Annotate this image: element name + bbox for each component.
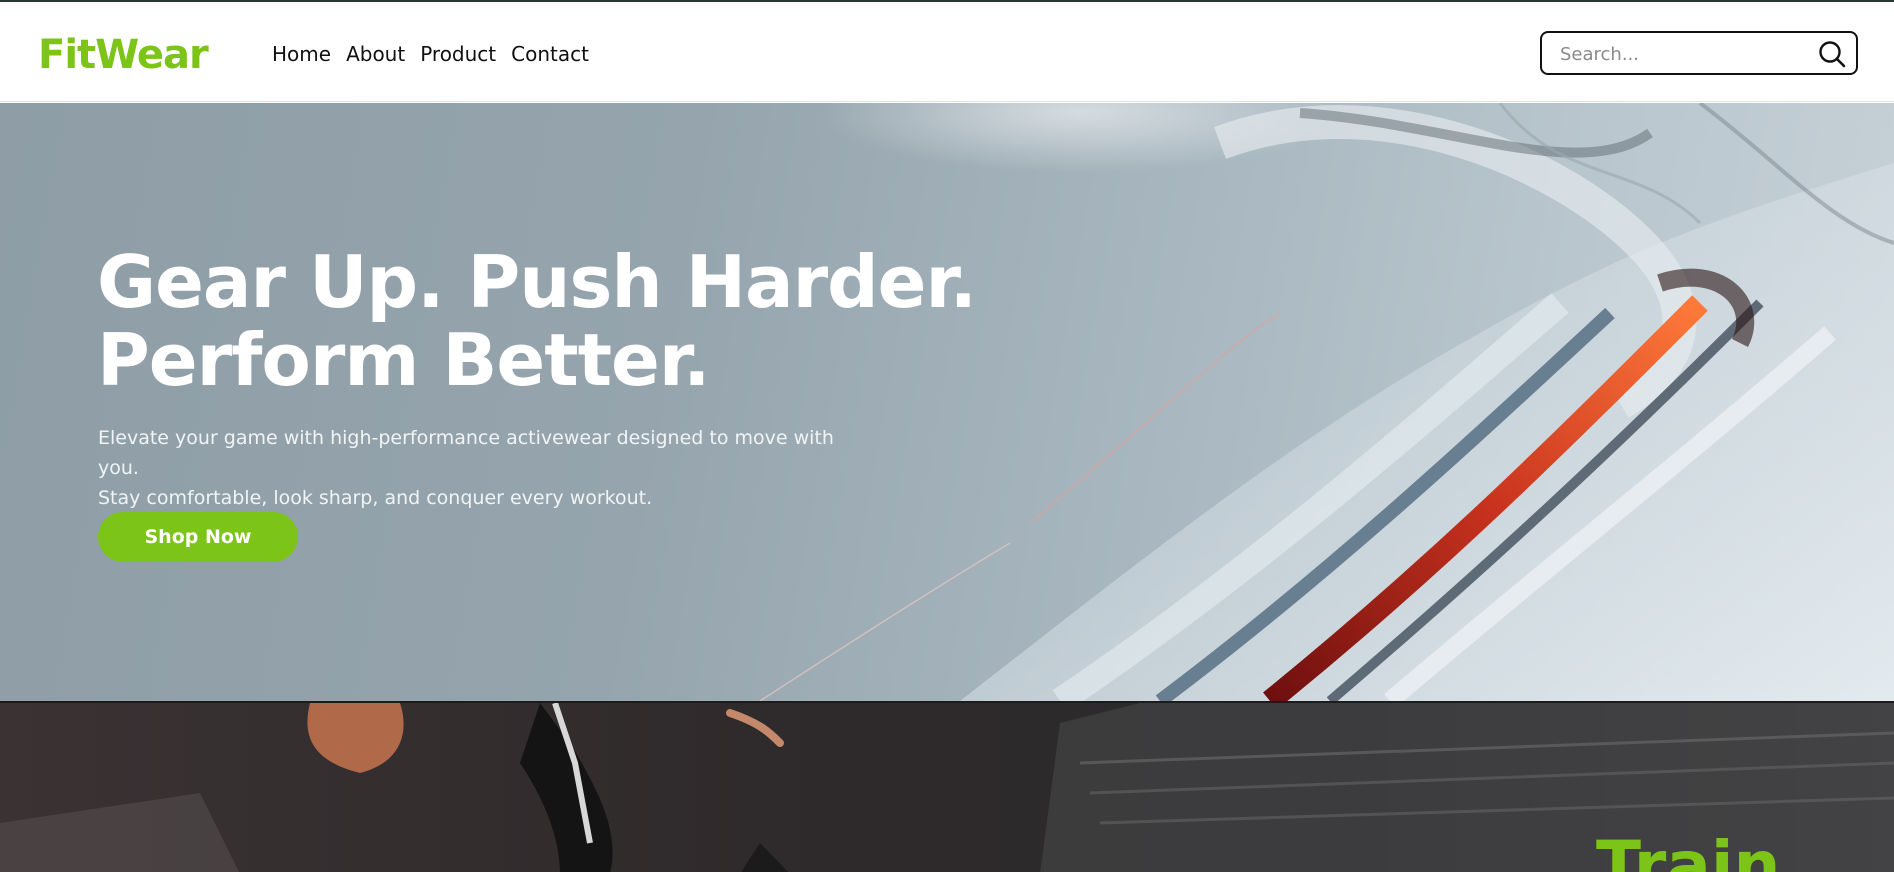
nav-link-contact[interactable]: Contact <box>511 42 589 66</box>
nav-link-about[interactable]: About <box>346 42 405 66</box>
train-section: Train <box>0 701 1894 872</box>
hero-subtitle: Elevate your game with high-performance … <box>98 423 858 513</box>
search-icon[interactable] <box>1818 40 1846 68</box>
hero-subtitle-line-2: Stay comfortable, look sharp, and conque… <box>98 487 653 509</box>
search-box <box>1540 31 1858 75</box>
search-input[interactable] <box>1560 41 1810 67</box>
brand-logo[interactable]: FitWear <box>38 32 209 78</box>
nav-link-product[interactable]: Product <box>420 42 496 66</box>
shop-now-button[interactable]: Shop Now <box>98 512 298 562</box>
hero-title-line-2: Perform Better. <box>97 318 710 402</box>
nav-link-home[interactable]: Home <box>272 42 331 66</box>
hero-title-line-1: Gear Up. Push Harder. <box>97 240 977 324</box>
hero-subtitle-line-1: Elevate your game with high-performance … <box>98 427 834 479</box>
navbar: FitWear Home About Product Contact <box>0 2 1894 102</box>
main-nav: Home About Product Contact <box>272 42 589 66</box>
hero-background-image <box>759 103 1894 701</box>
train-heading: Train <box>1596 827 1781 872</box>
hero-title: Gear Up. Push Harder. Perform Better. <box>97 243 997 399</box>
hero-section: Gear Up. Push Harder. Perform Better. El… <box>0 103 1894 701</box>
